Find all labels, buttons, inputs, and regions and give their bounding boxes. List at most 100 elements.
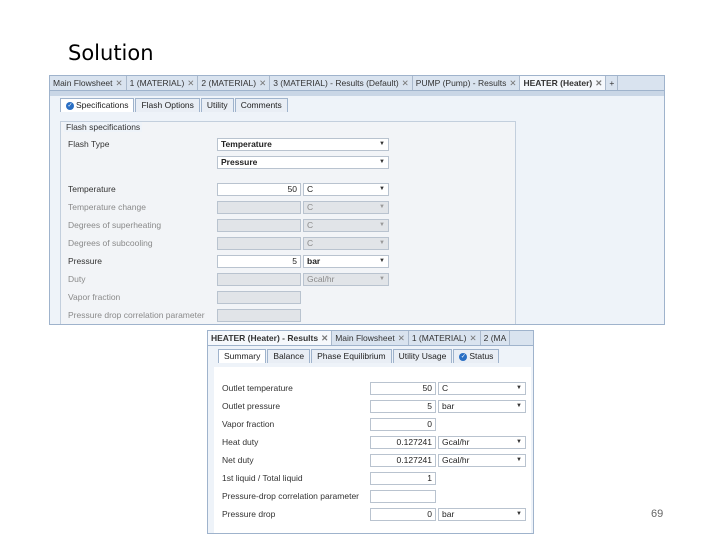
tab-utility[interactable]: Utility xyxy=(200,98,234,112)
doc-tab-stream-3-results[interactable]: 3 (MATERIAL) - Results (Default) ✕ xyxy=(270,76,413,90)
flash-type-select-1[interactable]: Temperature ▼ xyxy=(217,138,389,151)
chevron-down-icon: ▼ xyxy=(379,276,385,282)
doc-tab-stream-2[interactable]: 2 (MATERIAL) ✕ xyxy=(198,76,271,90)
unit-value: Gcal/hr xyxy=(442,455,470,465)
doc-tab-label: 2 (MATERIAL) xyxy=(201,78,257,88)
close-icon[interactable]: ✕ xyxy=(187,78,194,88)
chevron-down-icon: ▼ xyxy=(379,240,385,246)
duty-label: Duty xyxy=(68,274,86,284)
net-duty-unit-select[interactable]: Gcal/hr ▼ xyxy=(438,454,526,467)
doc-tab-heater-results[interactable]: HEATER (Heater) - Results ✕ xyxy=(208,331,333,345)
unit-value: bar xyxy=(442,509,455,519)
doc-tab-label: HEATER (Heater) xyxy=(523,78,593,88)
net-duty-label: Net duty xyxy=(222,455,254,465)
tab-status[interactable]: ✓ Status xyxy=(453,349,500,363)
unit-value: Gcal/hr xyxy=(442,437,470,447)
pressure-drop-correlation-label: Pressure drop correlation parameter xyxy=(68,310,205,320)
doc-tab-label: 1 (MATERIAL) xyxy=(129,78,185,88)
chevron-down-icon: ▼ xyxy=(379,258,385,264)
chevron-down-icon: ▼ xyxy=(516,403,522,409)
outlet-temperature-unit-select[interactable]: C ▼ xyxy=(438,382,526,395)
check-icon: ✓ xyxy=(66,101,74,110)
temperature-unit-select[interactable]: C ▼ xyxy=(303,183,389,196)
close-icon[interactable]: ✕ xyxy=(402,78,409,88)
vapor-fraction-value: 0 xyxy=(370,418,436,431)
temperature-change-label: Temperature change xyxy=(68,202,146,212)
unit-value: C xyxy=(307,202,314,212)
temperature-change-unit-select: C ▼ xyxy=(303,201,389,214)
close-icon[interactable]: ✕ xyxy=(116,78,123,88)
chevron-down-icon: ▼ xyxy=(516,457,522,463)
liquid-ratio-label: 1st liquid / Total liquid xyxy=(222,473,303,483)
net-duty-value: 0.127241 xyxy=(370,454,436,467)
subcooling-input xyxy=(217,237,301,250)
pressure-drop-label: Pressure drop xyxy=(222,509,276,519)
doc-tab-label: PUMP (Pump) - Results xyxy=(415,78,507,88)
tab-utility-usage[interactable]: Utility Usage xyxy=(392,349,453,363)
tab-balance[interactable]: Balance xyxy=(267,349,311,363)
unit-value: bar xyxy=(307,256,321,266)
check-icon: ✓ xyxy=(459,352,468,361)
heat-duty-value: 0.127241 xyxy=(370,436,436,449)
chevron-down-icon: ▼ xyxy=(516,385,522,391)
doc-tab-label: HEATER (Heater) - Results xyxy=(211,333,319,343)
doc-tab-label: Main Flowsheet xyxy=(335,333,395,343)
flash-type-select-2[interactable]: Pressure ▼ xyxy=(217,156,389,169)
page-number: 69 xyxy=(651,508,664,520)
liquid-ratio-value: 1 xyxy=(370,472,436,485)
doc-tab-heater[interactable]: HEATER (Heater) ✕ xyxy=(520,76,607,90)
pressure-drop-correlation-input xyxy=(217,309,301,322)
close-icon[interactable]: ✕ xyxy=(595,78,602,88)
vapor-fraction-input xyxy=(217,291,301,304)
doc-tab-stream-1[interactable]: 1 (MATERIAL) ✕ xyxy=(409,331,481,345)
select-value: Temperature xyxy=(221,139,272,149)
tab-comments[interactable]: Comments xyxy=(234,98,288,112)
doc-tab-stream-1[interactable]: 1 (MATERIAL) ✕ xyxy=(127,76,199,90)
chevron-down-icon: ▼ xyxy=(379,222,385,228)
doc-tab-label: 3 (MATERIAL) - Results (Default) xyxy=(273,78,399,88)
temperature-input[interactable]: 50 xyxy=(217,183,301,196)
subcooling-label: Degrees of subcooling xyxy=(68,238,153,248)
pressure-drop-value: 0 xyxy=(370,508,436,521)
flash-type-label: Flash Type xyxy=(68,139,110,149)
pressure-input[interactable]: 5 xyxy=(217,255,301,268)
heat-duty-unit-select[interactable]: Gcal/hr ▼ xyxy=(438,436,526,449)
group-label: Flash specifications xyxy=(64,122,143,132)
chevron-down-icon: ▼ xyxy=(379,159,385,165)
unit-value: C xyxy=(307,238,314,248)
close-icon[interactable]: ✕ xyxy=(398,333,405,343)
outlet-temperature-value: 50 xyxy=(370,382,436,395)
add-tab-button[interactable]: + xyxy=(606,76,619,90)
doc-tab-main-flowsheet[interactable]: Main Flowsheet ✕ xyxy=(50,76,127,90)
document-tab-bar: Main Flowsheet ✕ 1 (MATERIAL) ✕ 2 (MATERIA… xyxy=(50,76,664,91)
chevron-down-icon: ▼ xyxy=(379,204,385,210)
outlet-pressure-value: 5 xyxy=(370,400,436,413)
doc-tab-stream-2[interactable]: 2 (MA xyxy=(481,331,511,345)
slide-title: Solution xyxy=(68,41,154,65)
tab-flash-options[interactable]: Flash Options xyxy=(135,98,200,112)
select-value: Pressure xyxy=(221,157,258,167)
chevron-down-icon: ▼ xyxy=(379,186,385,192)
unit-value: Gcal/hr xyxy=(307,274,335,284)
outlet-pressure-unit-select[interactable]: bar ▼ xyxy=(438,400,526,413)
unit-value: C xyxy=(442,383,449,393)
tab-specifications[interactable]: ✓ Specifications xyxy=(60,98,135,112)
superheating-unit-select: C ▼ xyxy=(303,219,389,232)
tab-summary[interactable]: Summary xyxy=(218,349,267,363)
close-icon[interactable]: ✕ xyxy=(259,78,266,88)
pressure-unit-select[interactable]: bar ▼ xyxy=(303,255,389,268)
pressure-drop-unit-select[interactable]: bar ▼ xyxy=(438,508,526,521)
close-icon[interactable]: ✕ xyxy=(321,333,328,343)
unit-value: C xyxy=(307,220,314,230)
unit-value: C xyxy=(307,184,314,194)
close-icon[interactable]: ✕ xyxy=(469,333,476,343)
doc-tab-pump-results[interactable]: PUMP (Pump) - Results ✕ xyxy=(413,76,521,90)
temperature-change-input xyxy=(217,201,301,214)
tab-phase-equilibrium[interactable]: Phase Equilibrium xyxy=(311,349,392,363)
pressure-drop-correlation-label: Pressure-drop correlation parameter xyxy=(222,491,360,501)
doc-tab-main-flowsheet[interactable]: Main Flowsheet ✕ xyxy=(332,331,409,345)
tab-label: Specifications xyxy=(76,100,129,110)
vapor-fraction-label: Vapor fraction xyxy=(222,419,275,429)
close-icon[interactable]: ✕ xyxy=(509,78,516,88)
vapor-fraction-label: Vapor fraction xyxy=(68,292,121,302)
